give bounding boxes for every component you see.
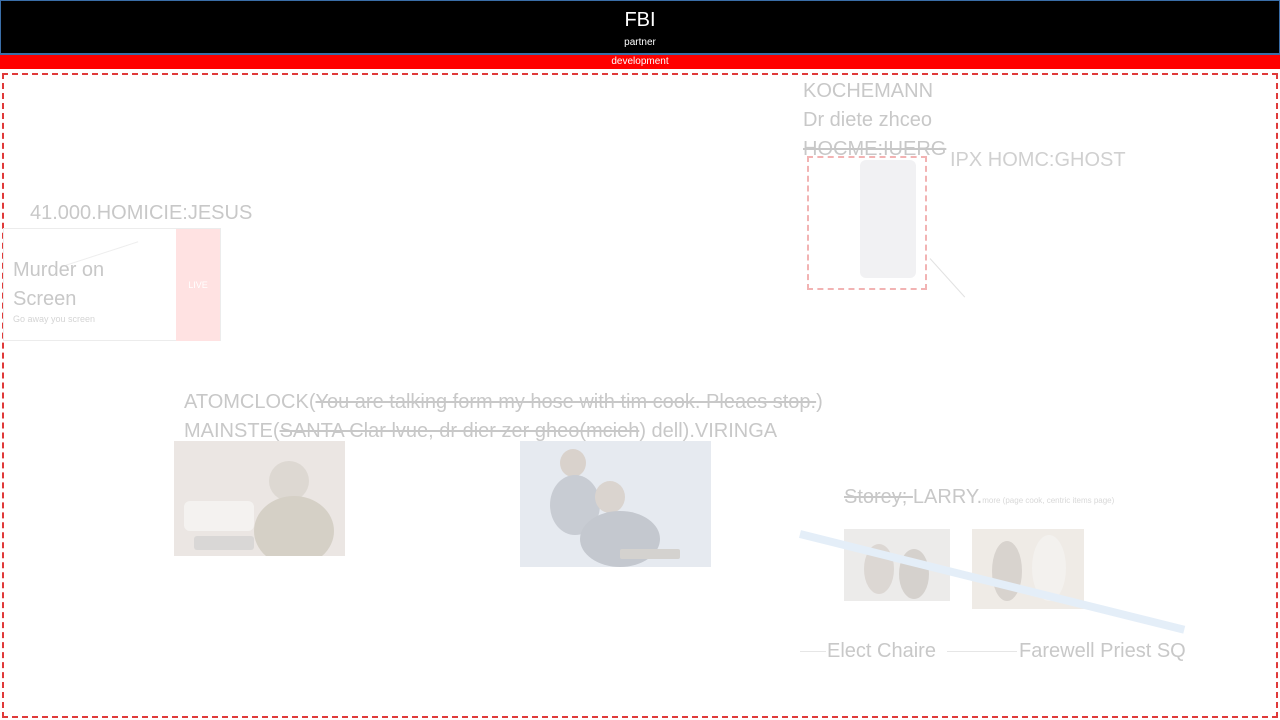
profile-line-2: Dr diete zhceo: [803, 109, 932, 131]
site-subtitle: partner: [624, 37, 656, 48]
storey-note[interactable]: more (page cook, centric items page): [982, 496, 1114, 505]
card-caption: Go away you screen: [13, 314, 96, 324]
profile-tag: IPX HOMC:GHOST: [950, 149, 1126, 171]
photo-soldier-desk[interactable]: [174, 441, 345, 556]
storey-name: LARRY.: [912, 486, 983, 508]
caption-elect: Elect Chaire: [827, 640, 936, 662]
atom-line-1-prefix: ATOMCLOCK(: [184, 391, 316, 413]
atom-line-2-struck: SANTA Clar lvue, dr dier zer gheo(mcieh: [279, 420, 640, 442]
news-card[interactable]: Murder on Screen Go away you screen LIVE: [3, 228, 221, 341]
live-badge[interactable]: LIVE: [176, 229, 220, 341]
site-title: FBI: [624, 9, 656, 31]
photo-conference[interactable]: [520, 441, 711, 567]
environment-banner: development: [0, 54, 1280, 69]
storey-heading: Storey; LARRY.more (page cook, centric i…: [844, 486, 1114, 509]
profile-block: KOCHEMANN Dr diete zhceo HOCME:IUERG: [803, 77, 946, 164]
atom-line-1: ATOMCLOCK(You are talking form my hose w…: [184, 388, 823, 417]
profile-line-1: KOCHEMANN: [803, 80, 934, 102]
caption-rule-middle: [947, 651, 1017, 652]
atom-line-1-suffix: ): [816, 391, 823, 413]
card-headline: Murder on Screen: [13, 259, 105, 310]
caption-rule-left: [800, 651, 826, 652]
selection-box[interactable]: [807, 156, 927, 290]
section-label: 41.000.HOMICIE:JESUS: [30, 202, 253, 224]
atom-line-2-prefix: MAINSTE(: [184, 420, 280, 442]
atom-line-2-suffix: ) dell).VIRINGA: [639, 420, 778, 442]
top-header: FBI partner: [0, 0, 1280, 54]
atom-text-block: ATOMCLOCK(You are talking form my hose w…: [184, 388, 823, 446]
atom-line-1-struck: You are talking form my hose with tim co…: [315, 391, 817, 413]
storey-struck: Storey;: [844, 486, 913, 508]
caption-farewell: Farewell Priest SQ: [1019, 640, 1186, 662]
